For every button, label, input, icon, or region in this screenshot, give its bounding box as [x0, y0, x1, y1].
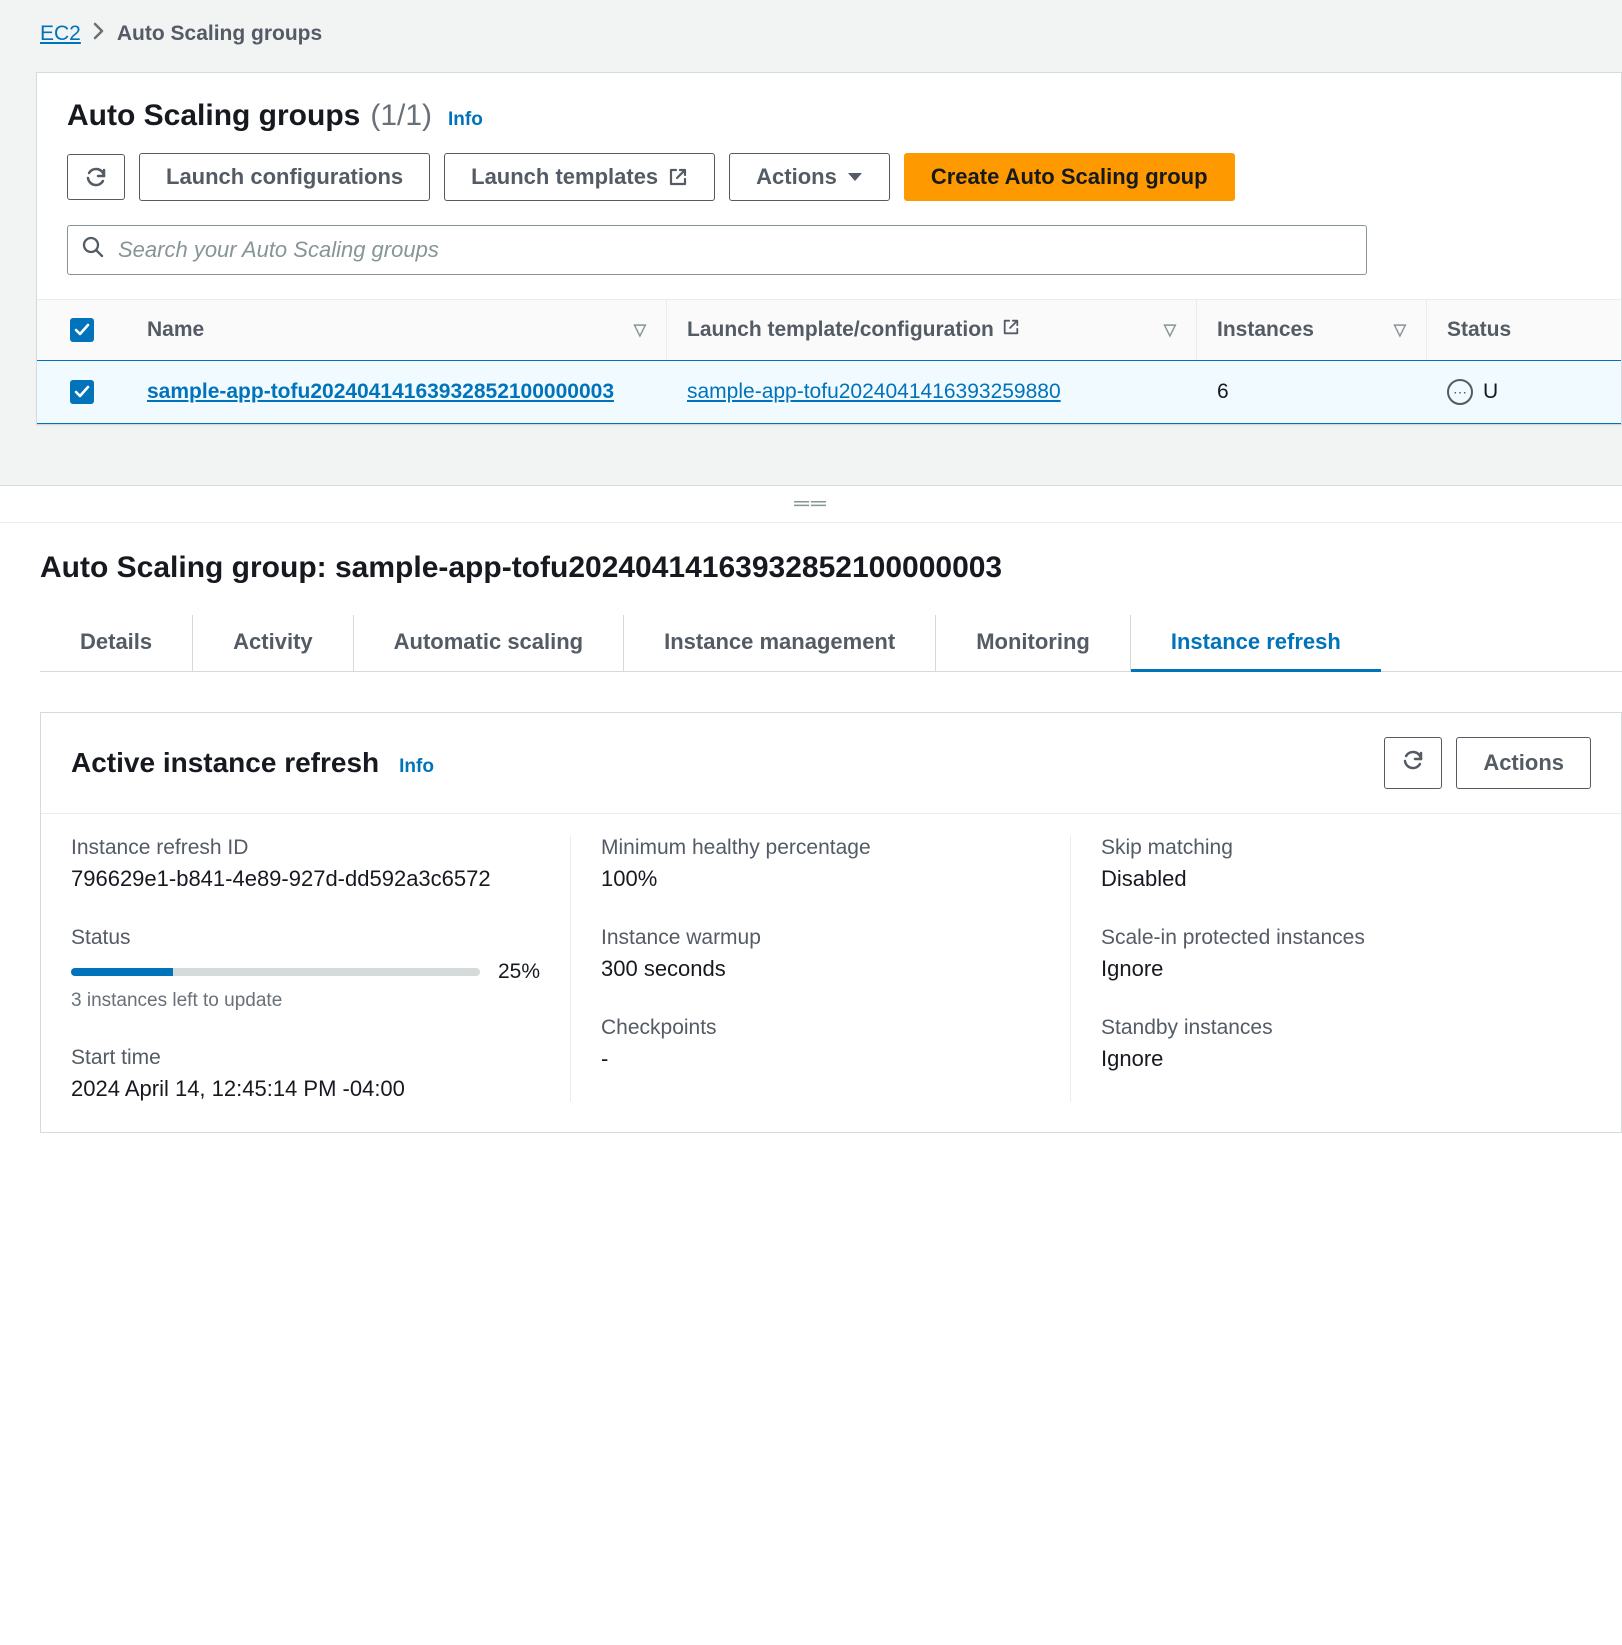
kv-label-start: Start time [71, 1046, 540, 1070]
kv-value-refresh-id: 796629e1-b841-4e89-927d-dd592a3c6572 [71, 866, 540, 892]
sort-icon[interactable]: ▽ [1164, 320, 1176, 340]
kv-value-checkpoints: - [601, 1046, 1040, 1072]
tab-instance-refresh[interactable]: Instance refresh [1131, 615, 1381, 672]
kv-value-standby: Ignore [1101, 1046, 1561, 1072]
external-link-icon [1002, 318, 1020, 342]
kv-value-scalein: Ignore [1101, 956, 1561, 982]
tab-activity[interactable]: Activity [193, 615, 353, 671]
search-icon [82, 236, 104, 264]
col-launch-template[interactable]: Launch template/configuration [687, 318, 994, 342]
chevron-right-icon [93, 22, 105, 46]
kv-label-standby: Standby instances [1101, 1016, 1561, 1040]
refresh-button[interactable] [67, 154, 125, 200]
detail-title-name: sample-app-tofu2024041416393285210000000… [335, 551, 1002, 584]
info-link[interactable]: Info [399, 756, 434, 778]
card-title: Active instance refresh [71, 747, 379, 779]
tab-instance-management[interactable]: Instance management [624, 615, 936, 671]
kv-label-min-healthy: Minimum healthy percentage [601, 836, 1040, 860]
card-actions-label: Actions [1483, 750, 1564, 776]
card-actions-button[interactable]: Actions [1456, 737, 1591, 789]
progress-percent: 25% [498, 960, 540, 984]
detail-title: Auto Scaling group: sample-app-tofu20240… [40, 533, 1622, 615]
select-all-checkbox[interactable] [70, 318, 94, 342]
split-handle[interactable]: ══ [0, 485, 1622, 523]
launch-configurations-button[interactable]: Launch configurations [139, 153, 430, 201]
launch-templates-button[interactable]: Launch templates [444, 153, 715, 201]
table-header: Name ▽ Launch template/configuration ▽ I… [37, 299, 1621, 360]
tab-automatic-scaling[interactable]: Automatic scaling [354, 615, 624, 671]
create-asg-button[interactable]: Create Auto Scaling group [904, 153, 1235, 201]
kv-label-warmup: Instance warmup [601, 926, 1040, 950]
caret-down-icon [847, 171, 863, 183]
instance-count: 6 [1217, 380, 1229, 404]
tab-details[interactable]: Details [40, 615, 193, 671]
launch-template-link[interactable]: sample-app-tofu2024041416393259880 [687, 380, 1061, 404]
progress-subtext: 3 instances left to update [71, 990, 540, 1012]
kv-label-refresh-id: Instance refresh ID [71, 836, 540, 860]
table-row[interactable]: sample-app-tofu2024041416393285210000000… [37, 360, 1621, 424]
breadcrumb: EC2 Auto Scaling groups [0, 0, 1622, 72]
refresh-button[interactable] [1384, 737, 1442, 789]
search-input[interactable] [118, 237, 1352, 263]
breadcrumb-current: Auto Scaling groups [117, 22, 322, 46]
col-name[interactable]: Name [147, 318, 204, 342]
sort-icon[interactable]: ▽ [634, 320, 646, 340]
detail-pane: Auto Scaling group: sample-app-tofu20240… [0, 523, 1622, 1133]
kv-label-skip: Skip matching [1101, 836, 1561, 860]
col-status[interactable]: Status [1447, 318, 1511, 342]
kv-value-min-healthy: 100% [601, 866, 1040, 892]
progress-bar [71, 968, 480, 976]
status-text: U [1483, 380, 1498, 404]
actions-label: Actions [756, 164, 837, 190]
launch-templates-label: Launch templates [471, 164, 658, 190]
row-checkbox[interactable] [70, 380, 94, 404]
breadcrumb-root[interactable]: EC2 [40, 22, 81, 46]
tab-monitoring[interactable]: Monitoring [936, 615, 1131, 671]
kv-label-checkpoints: Checkpoints [601, 1016, 1040, 1040]
search-box[interactable] [67, 225, 1367, 275]
asg-name-link[interactable]: sample-app-tofu2024041416393285210000000… [147, 380, 614, 404]
title-count: (1/1) [370, 99, 432, 133]
page-title: Auto Scaling groups [67, 99, 360, 133]
actions-button[interactable]: Actions [729, 153, 890, 201]
refresh-icon [1401, 748, 1425, 778]
more-actions-icon[interactable]: ⋯ [1447, 379, 1473, 405]
asg-list-panel: Auto Scaling groups (1/1) Info Launch co… [36, 72, 1622, 425]
progress-fill [71, 968, 173, 976]
sort-icon[interactable]: ▽ [1394, 320, 1406, 340]
refresh-icon [84, 165, 108, 189]
info-link[interactable]: Info [448, 109, 483, 131]
kv-label-status: Status [71, 926, 540, 950]
kv-value-skip: Disabled [1101, 866, 1561, 892]
col-instances[interactable]: Instances [1217, 318, 1314, 342]
detail-title-prefix: Auto Scaling group: [40, 551, 335, 584]
kv-value-start: 2024 April 14, 12:45:14 PM -04:00 [71, 1076, 540, 1102]
active-refresh-card: Active instance refresh Info Actions Ins… [40, 712, 1622, 1133]
tabs: Details Activity Automatic scaling Insta… [40, 615, 1622, 672]
external-link-icon [668, 167, 688, 187]
kv-value-warmup: 300 seconds [601, 956, 1040, 982]
kv-label-scalein: Scale-in protected instances [1101, 926, 1561, 950]
